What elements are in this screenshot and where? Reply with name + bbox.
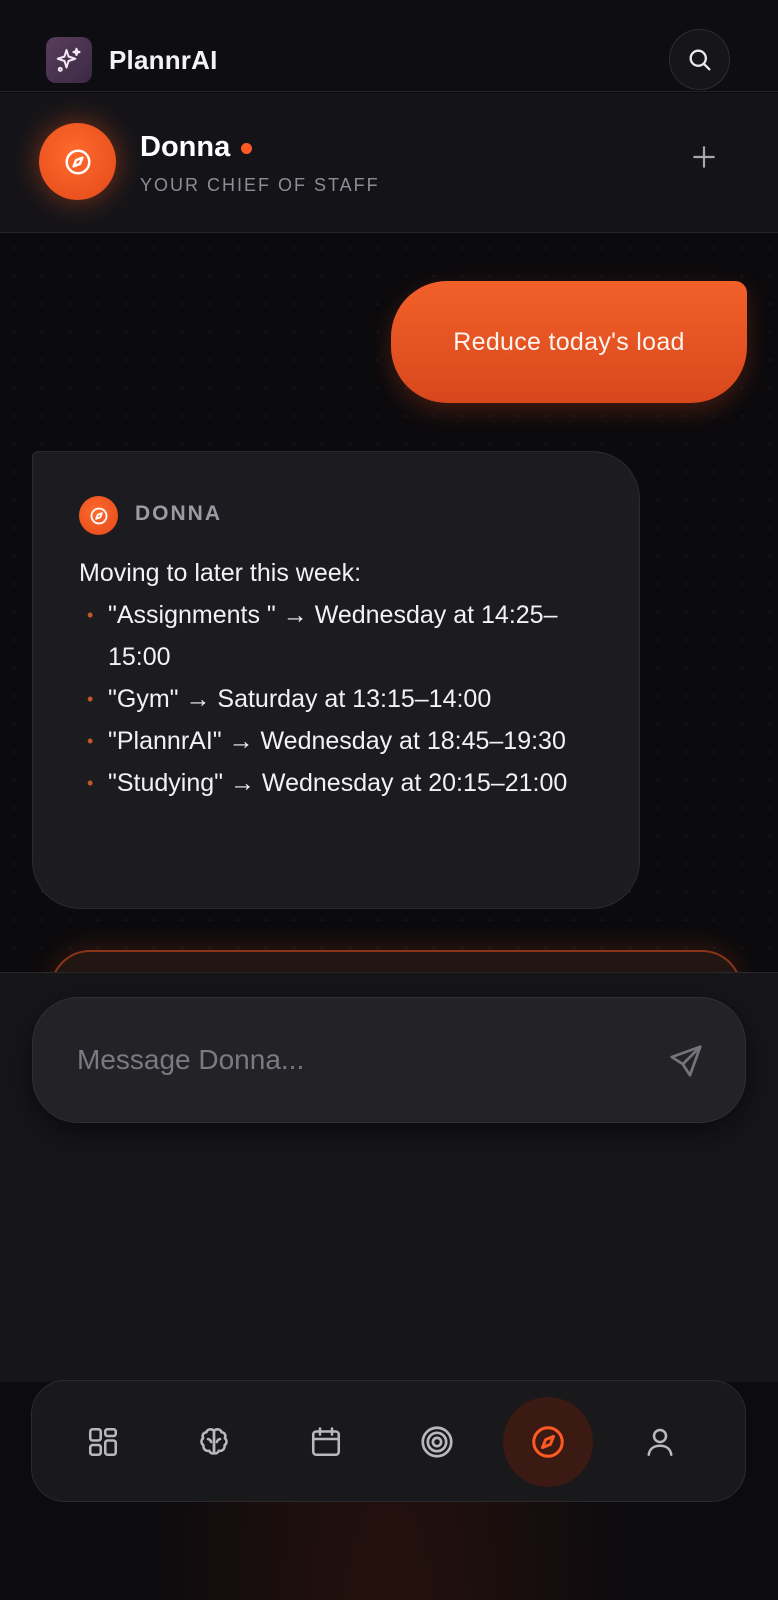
nav-calendar[interactable] [281,1397,371,1487]
list-item-text: "PlannrAI" → Wednesday at 18:45–19:30 [108,727,566,755]
bullet: • [87,689,94,709]
message-sender-label: DONNA [135,502,222,525]
list-item: • "PlannrAI" → Wednesday at 18:45–19:30 [79,720,599,762]
assistant-message-avatar [79,496,118,535]
bullet: • [87,731,94,751]
bullet: • [87,773,94,793]
search-button[interactable] [669,29,730,90]
bottom-nav [31,1380,746,1502]
message-placeholder: Message Donna... [77,1044,305,1075]
assistant-avatar [39,123,116,200]
search-icon [686,46,714,74]
plus-icon [691,144,717,170]
app-screen: PlannrAI Donna YOUR CHIEF OF STAFF Reduc… [0,0,778,1600]
compass-icon [63,147,93,177]
composer-panel: Message Donna... [0,972,778,1382]
nav-brain[interactable] [169,1397,259,1487]
sparkles-icon [46,37,92,83]
rescheduled-list: • "Assignments " → Wednesday at 14:25–15:… [79,594,599,804]
nav-assistant[interactable] [503,1397,593,1487]
app-bar: PlannrAI [0,0,778,92]
new-chat-button[interactable] [684,137,724,177]
nav-profile[interactable] [615,1397,705,1487]
list-item: • "Gym" → Saturday at 13:15–14:00 [79,678,599,720]
message-intro: Moving to later this week: [79,559,362,587]
list-item-text: "Studying" → Wednesday at 20:15–21:00 [108,769,568,797]
app-title: PlannrAI [109,45,218,75]
grid-icon [85,1424,121,1460]
chat-thread[interactable]: Reduce today's load DONNA Moving to late… [0,234,778,972]
send-icon [667,1042,705,1080]
list-item: • "Assignments " → Wednesday at 14:25–15:… [79,594,599,678]
target-icon [418,1423,456,1461]
send-button[interactable] [661,1036,711,1086]
message-input[interactable]: Message Donna... [32,997,746,1123]
compass-icon [89,506,109,526]
list-item-text: "Assignments " → Wednesday at 14:25–15:0… [108,601,558,671]
list-item: • "Studying" → Wednesday at 20:15–21:00 [79,762,599,804]
user-message-text: Reduce today's load [453,327,685,356]
assistant-message-body: Moving to later this week: • "Assignments… [79,552,599,804]
user-message-bubble: Reduce today's load [391,281,747,403]
assistant-role: YOUR CHIEF OF STAFF [140,175,380,195]
list-item-text: "Gym" → Saturday at 13:15–14:00 [108,685,492,713]
user-icon [642,1424,678,1460]
calendar-icon [308,1424,344,1460]
assistant-name: Donna [140,131,231,163]
action-card-peek[interactable] [50,950,742,972]
brain-icon [196,1424,232,1460]
nav-goals[interactable] [392,1397,482,1487]
assistant-header: Donna YOUR CHIEF OF STAFF [0,93,778,233]
nav-dashboard[interactable] [58,1397,148,1487]
bullet: • [87,605,94,625]
compass-icon [529,1423,567,1461]
online-status-dot [241,143,252,154]
assistant-message-bubble: DONNA Moving to later this week: • "Assig… [32,451,640,909]
